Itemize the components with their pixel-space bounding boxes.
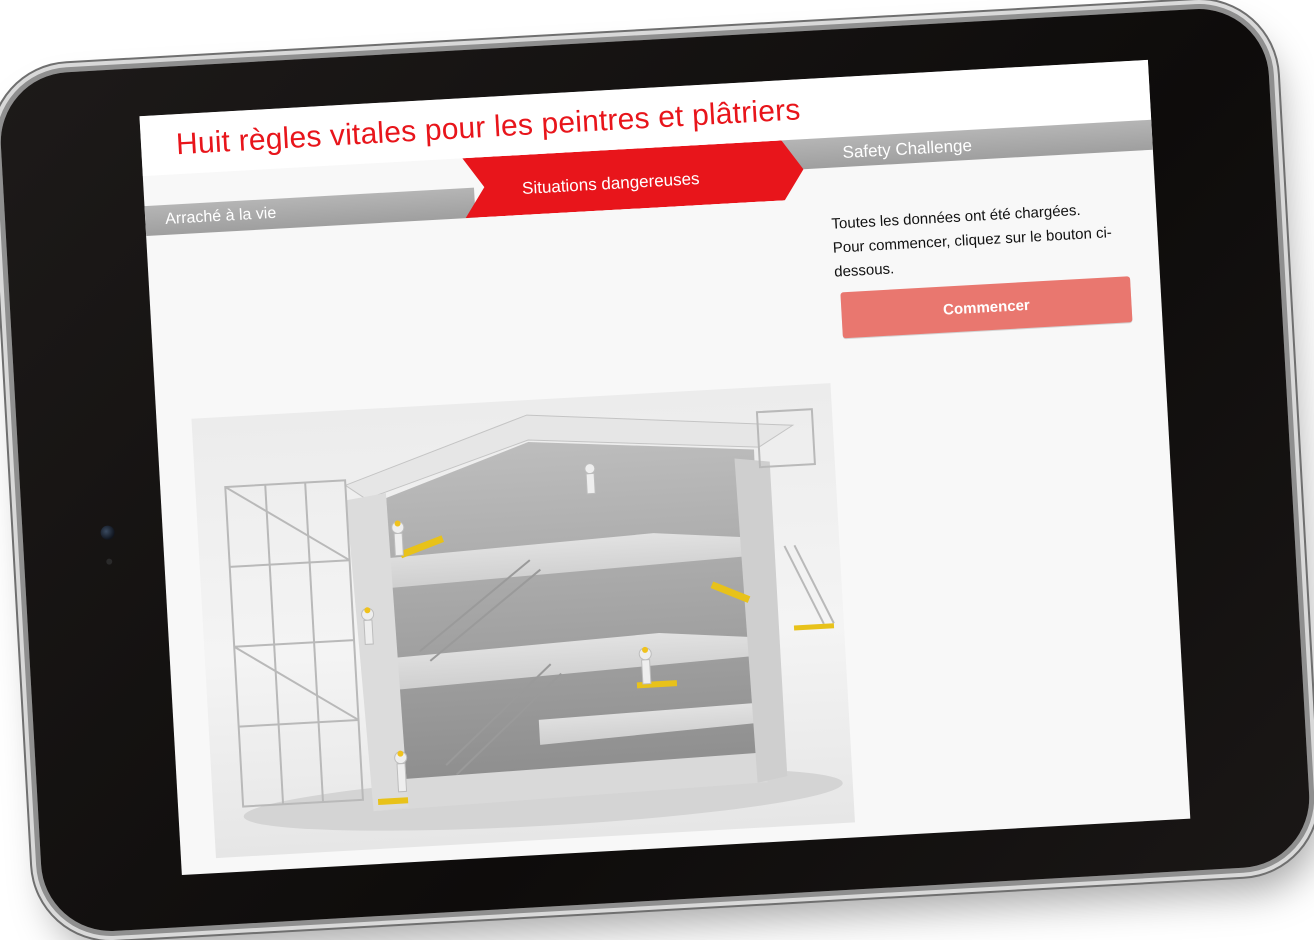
sensor-dot bbox=[106, 558, 113, 565]
building-illustration bbox=[191, 383, 855, 859]
step-tab-label: Situations dangereuses bbox=[521, 169, 701, 198]
start-button[interactable]: Commencer bbox=[840, 276, 1133, 339]
building-cutaway-image bbox=[224, 408, 843, 831]
intro-message: Toutes les données ont été chargées. Pou… bbox=[831, 196, 1135, 285]
camera-icon bbox=[100, 525, 116, 541]
tablet-frame: Huit règles vitales pour les peintres et… bbox=[0, 5, 1314, 935]
tablet-screen: Huit règles vitales pour les peintres et… bbox=[139, 59, 1191, 876]
